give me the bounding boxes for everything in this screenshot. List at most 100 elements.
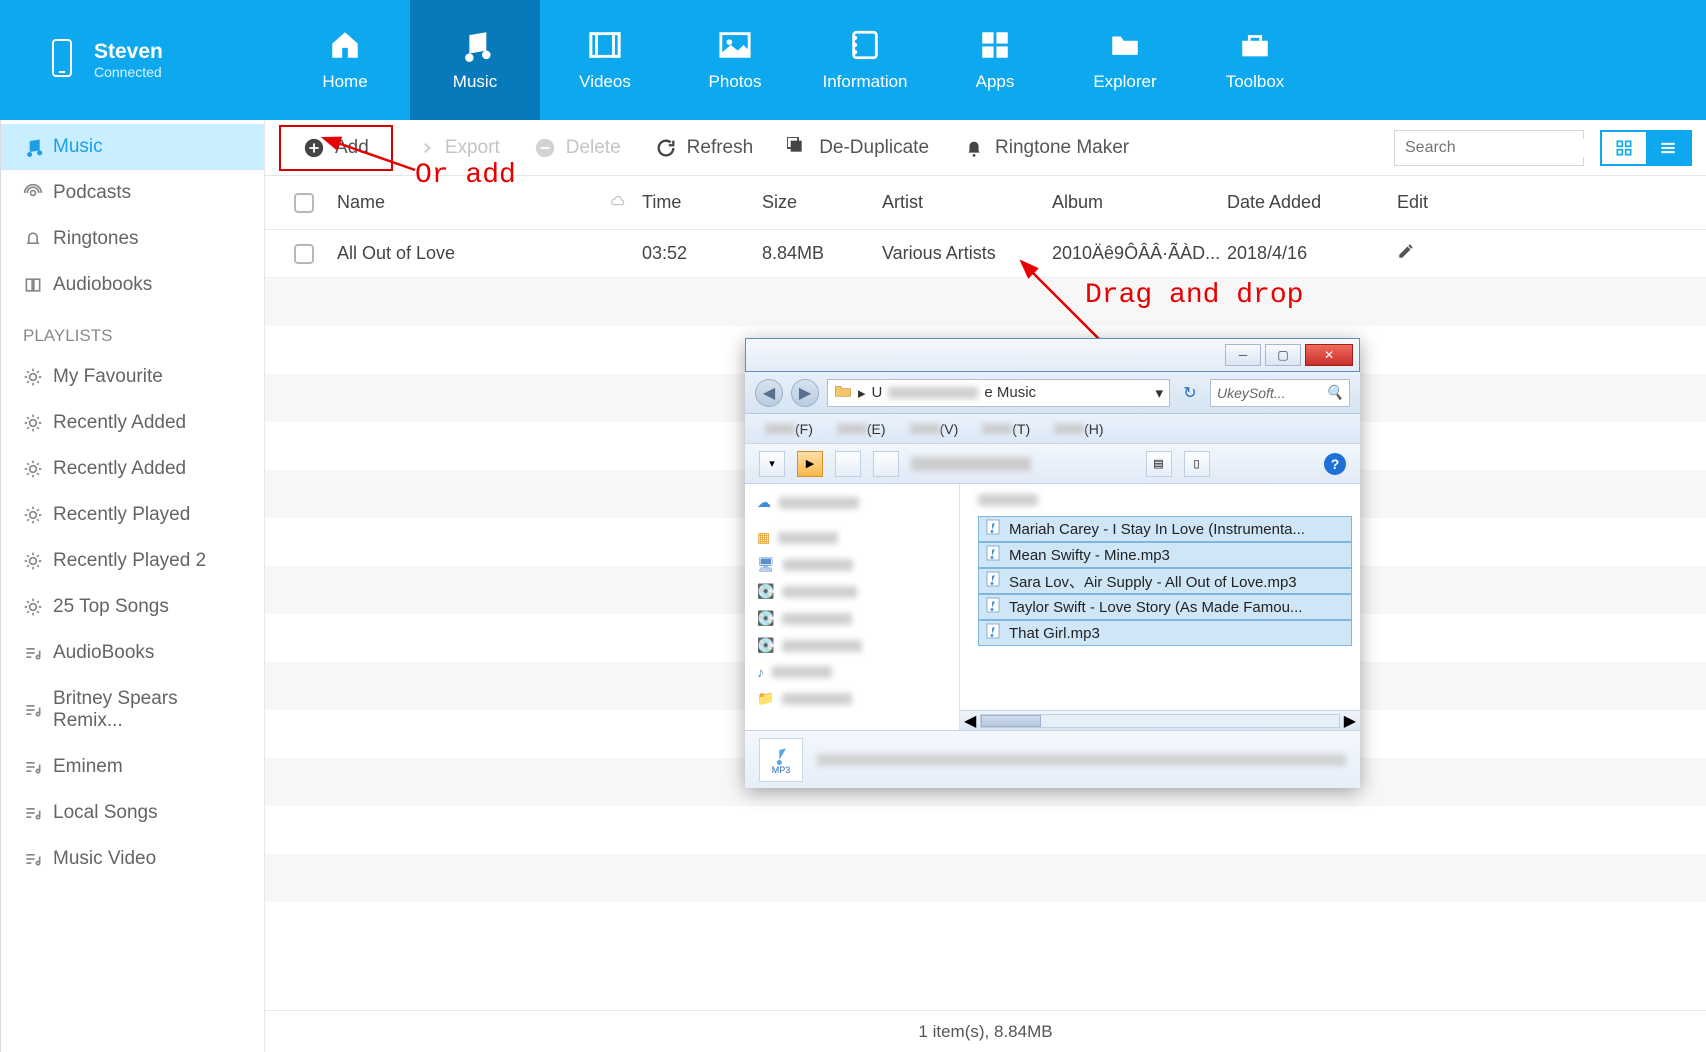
col-artist[interactable]: Artist [874,192,1044,213]
sidebar-item-eminem[interactable]: Eminem [1,744,264,790]
file-explorer-window[interactable]: ─ ▢ ✕ ◀ ▶ ▸U e Music ▾ ↻ UkeySoft... 🔍 (… [745,338,1360,788]
sidebar-item-recent-added-1[interactable]: Recently Added [1,400,264,446]
sidebar-item-top25[interactable]: 25 Top Songs [1,584,264,630]
gear-icon [23,459,43,479]
home-icon [328,28,362,62]
device-status: Connected [94,64,163,80]
edit-button[interactable] [1389,242,1489,265]
info-icon [848,28,882,62]
nav-photos[interactable]: Photos [670,0,800,120]
address-field[interactable]: ▸U e Music ▾ [827,379,1170,407]
music-icon [23,137,43,157]
file-item[interactable]: Mean Swifty - Mine.mp3 [978,542,1352,568]
help-button[interactable]: ? [1324,453,1346,475]
explorer-address-bar: ◀ ▶ ▸U e Music ▾ ↻ UkeySoft... 🔍 [745,372,1360,414]
library-icon: ▦ [757,529,770,546]
apps-icon [978,28,1012,62]
sidebar-item-favourite[interactable]: My Favourite [1,354,264,400]
playlist-icon [23,757,43,777]
explorer-ribbon: ▾ ▶ ▤ ▯ ? [745,444,1360,484]
sidebar-item-audiobooks[interactable]: Audiobooks [1,262,264,308]
file-item[interactable]: Mariah Carey - I Stay In Love (Instrumen… [978,516,1352,542]
table-row[interactable]: All Out of Love 03:52 8.84MB Various Art… [265,230,1706,278]
nav-information[interactable]: Information [800,0,930,120]
app-header: Steven Connected Home Music Videos Photo… [0,0,1706,120]
col-date[interactable]: Date Added [1219,192,1389,213]
file-item[interactable]: That Girl.mp3 [978,620,1352,646]
sidebar-item-recent-played[interactable]: Recently Played [1,492,264,538]
select-all-checkbox[interactable] [294,193,314,213]
sidebar-item-recent-added-2[interactable]: Recently Added [1,446,264,492]
audio-file-icon [985,597,1001,617]
deduplicate-button[interactable]: De-Duplicate [773,131,943,165]
sidebar-item-music[interactable]: Music [1,124,264,170]
nav-explorer[interactable]: Explorer [1060,0,1190,120]
col-edit[interactable]: Edit [1389,192,1489,213]
close-button[interactable]: ✕ [1305,344,1353,366]
explorer-preview-pane: MP3 [745,730,1360,788]
computer-icon: 🖥 [757,556,775,573]
delete-button[interactable]: Delete [520,131,635,165]
export-icon [413,137,435,159]
folder-icon [1108,28,1142,62]
nav-videos[interactable]: Videos [540,0,670,120]
sidebar-item-recent-played-2[interactable]: Recently Played 2 [1,538,264,584]
file-item[interactable]: Taylor Swift - Love Story (As Made Famou… [978,594,1352,620]
organize-button[interactable]: ▾ [759,451,785,477]
ribbon-btn[interactable] [835,451,861,477]
bell-icon [963,137,985,159]
audio-file-icon [985,571,1001,591]
file-list[interactable]: Mariah Carey - I Stay In Love (Instrumen… [960,484,1360,710]
grid-view-button[interactable] [1602,132,1646,164]
col-album[interactable]: Album [1044,192,1219,213]
row-checkbox[interactable] [294,244,314,264]
ribbon-btn[interactable] [873,451,899,477]
sidebar-item-ringtones[interactable]: Ringtones [1,216,264,262]
drive-toolbar: (F) (E) (V) (T) (H) [745,414,1360,444]
gear-icon [23,367,43,387]
back-button[interactable]: ◀ [755,379,783,407]
minimize-button[interactable]: ─ [1225,344,1261,366]
add-button[interactable]: Add [279,125,393,171]
search-input[interactable] [1394,130,1584,166]
nav-music[interactable]: Music [410,0,540,120]
col-name[interactable]: Name [337,192,385,213]
preview-button[interactable]: ▯ [1184,451,1210,477]
explorer-tree[interactable]: ☁ ▦ 🖥 💽 💽 💽 ♪ 📁 [745,484,960,730]
folder-icon: 📁 [757,690,774,707]
search-field[interactable] [1405,139,1612,157]
phone-icon [50,38,74,83]
play-button[interactable]: ▶ [797,451,823,477]
file-item[interactable]: Sara Lov、Air Supply - All Out of Love.mp… [978,568,1352,594]
ringtone-maker-button[interactable]: Ringtone Maker [949,131,1143,165]
sidebar-item-local[interactable]: Local Songs [1,790,264,836]
drive-icon: 💽 [757,583,774,600]
nav-apps[interactable]: Apps [930,0,1060,120]
sidebar-item-pl-audiobooks[interactable]: AudioBooks [1,630,264,676]
gear-icon [23,505,43,525]
refresh-button[interactable]: ↻ [1178,381,1202,405]
list-view-button[interactable] [1646,132,1690,164]
export-button[interactable]: Export [399,131,514,165]
sidebar-item-britney[interactable]: Britney Spears Remix... [1,676,264,744]
explorer-titlebar[interactable]: ─ ▢ ✕ [745,338,1360,372]
video-icon [588,28,622,62]
sidebar-item-mv[interactable]: Music Video [1,836,264,882]
gear-icon [23,551,43,571]
view-button[interactable]: ▤ [1146,451,1172,477]
nav-toolbox[interactable]: Toolbox [1190,0,1320,120]
refresh-button[interactable]: Refresh [641,131,768,165]
horizontal-scrollbar[interactable]: ◀▶ [960,710,1360,730]
status-bar: 1 item(s), 8.84MB [265,1010,1706,1052]
sidebar-item-podcasts[interactable]: Podcasts [1,170,264,216]
maximize-button[interactable]: ▢ [1265,344,1301,366]
explorer-search[interactable]: UkeySoft... 🔍 [1210,379,1350,407]
mp3-icon: MP3 [759,738,803,782]
audio-file-icon [985,545,1001,565]
nav-home[interactable]: Home [280,0,410,120]
search-icon: 🔍 [1326,384,1343,401]
forward-button[interactable]: ▶ [791,379,819,407]
col-time[interactable]: Time [634,192,754,213]
col-size[interactable]: Size [754,192,874,213]
sidebar: Music Podcasts Ringtones Audiobooks PLAY… [0,120,265,1052]
